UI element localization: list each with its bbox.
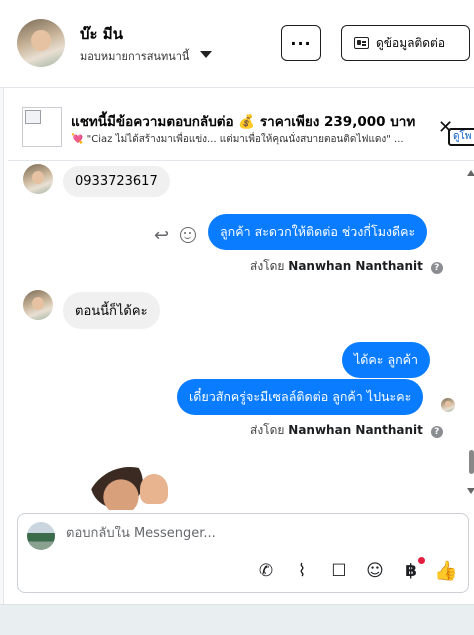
phone-icon[interactable]: ✆ bbox=[255, 560, 277, 582]
scroll-down-icon[interactable] bbox=[467, 488, 474, 494]
view-contact-info-label: ดูข้อมูลติดต่อ bbox=[376, 36, 446, 50]
message-thread: 0933723617 ↩ ลูกค้า สะดวกให้ติดต่อ ช่วงก… bbox=[0, 162, 474, 510]
banner-title: แชทนี้มีข้อความตอบกลับต่อ 💰 ราคาเพียง 23… bbox=[71, 114, 416, 130]
thread-scrollbar[interactable] bbox=[466, 162, 474, 510]
message-outgoing[interactable]: เดี๋ยวสักครู่จะมีเซลล์ติดต่อ ลูกค้า ไปนะ… bbox=[177, 379, 424, 415]
notification-dot bbox=[418, 557, 425, 564]
sent-by-label: ส่งโดย Nanwhan Nanthanit ? bbox=[250, 257, 443, 276]
scroll-up-icon[interactable] bbox=[467, 170, 474, 176]
emoji-icon[interactable]: ☺ bbox=[364, 560, 386, 582]
conversation-header: บ๊ะ มีน มอบหมายการสนทนานี้ ··· ดูข้อมูลต… bbox=[0, 0, 474, 88]
paperclip-icon[interactable]: ⌇ bbox=[291, 560, 313, 582]
contact-avatar-small bbox=[23, 290, 53, 320]
contact-card-icon bbox=[354, 37, 369, 49]
message-composer: ✆ ⌇ ☐ ☺ ฿ 👍 bbox=[17, 513, 469, 593]
seen-avatar bbox=[441, 398, 455, 412]
scroll-thumb[interactable] bbox=[469, 450, 474, 474]
message-incoming[interactable]: 0933723617 bbox=[63, 166, 170, 197]
contact-avatar[interactable] bbox=[17, 19, 65, 67]
reply-icon[interactable]: ↩ bbox=[154, 225, 169, 246]
chat-icon[interactable]: ☐ bbox=[328, 560, 350, 582]
more-options-button[interactable]: ··· bbox=[281, 25, 321, 61]
message-incoming[interactable]: ตอนนี้ก็ได้คะ bbox=[63, 292, 160, 329]
sent-by-prefix: ส่งโดย bbox=[250, 259, 285, 273]
view-post-link[interactable]: ดูโพ bbox=[448, 128, 474, 146]
help-icon[interactable]: ? bbox=[430, 426, 443, 438]
help-icon[interactable]: ? bbox=[430, 262, 443, 274]
ad-reply-banner: แชทนี้มีข้อความตอบกลับต่อ 💰 ราคาเพียง 23… bbox=[8, 95, 474, 161]
view-contact-info-button[interactable]: ดูข้อมูลติดต่อ bbox=[341, 25, 470, 61]
message-outgoing[interactable]: ลูกค้า สะดวกให้ติดต่อ ช่วงกี่โมงดีคะ bbox=[208, 214, 428, 250]
sent-by-name: Nanwhan Nanthanit bbox=[288, 423, 423, 437]
reply-input[interactable] bbox=[66, 526, 446, 541]
ad-thumbnail bbox=[22, 107, 62, 147]
bottom-bar bbox=[0, 604, 474, 635]
react-emoji-icon[interactable] bbox=[180, 227, 196, 243]
thumbs-up-icon[interactable]: 👍 bbox=[434, 560, 458, 582]
sent-by-name: Nanwhan Nanthanit bbox=[288, 259, 423, 273]
message-outgoing[interactable]: ได้คะ ลูกค้า bbox=[342, 342, 431, 378]
contact-avatar-small bbox=[23, 164, 53, 194]
chevron-down-icon[interactable] bbox=[200, 51, 212, 58]
sent-by-label: ส่งโดย Nanwhan Nanthanit ? bbox=[250, 421, 443, 440]
sticker-hand bbox=[140, 474, 168, 504]
page-avatar bbox=[27, 522, 55, 550]
banner-subtitle: 💘 "Ciaz ไม่ได้สร้างมาเพื่อแข่ง... แต่มาเ… bbox=[71, 134, 404, 145]
contact-name: บ๊ะ มีน bbox=[80, 25, 123, 43]
sent-by-prefix: ส่งโดย bbox=[250, 423, 285, 437]
assign-conversation-label[interactable]: มอบหมายการสนทนานี้ bbox=[80, 47, 189, 65]
